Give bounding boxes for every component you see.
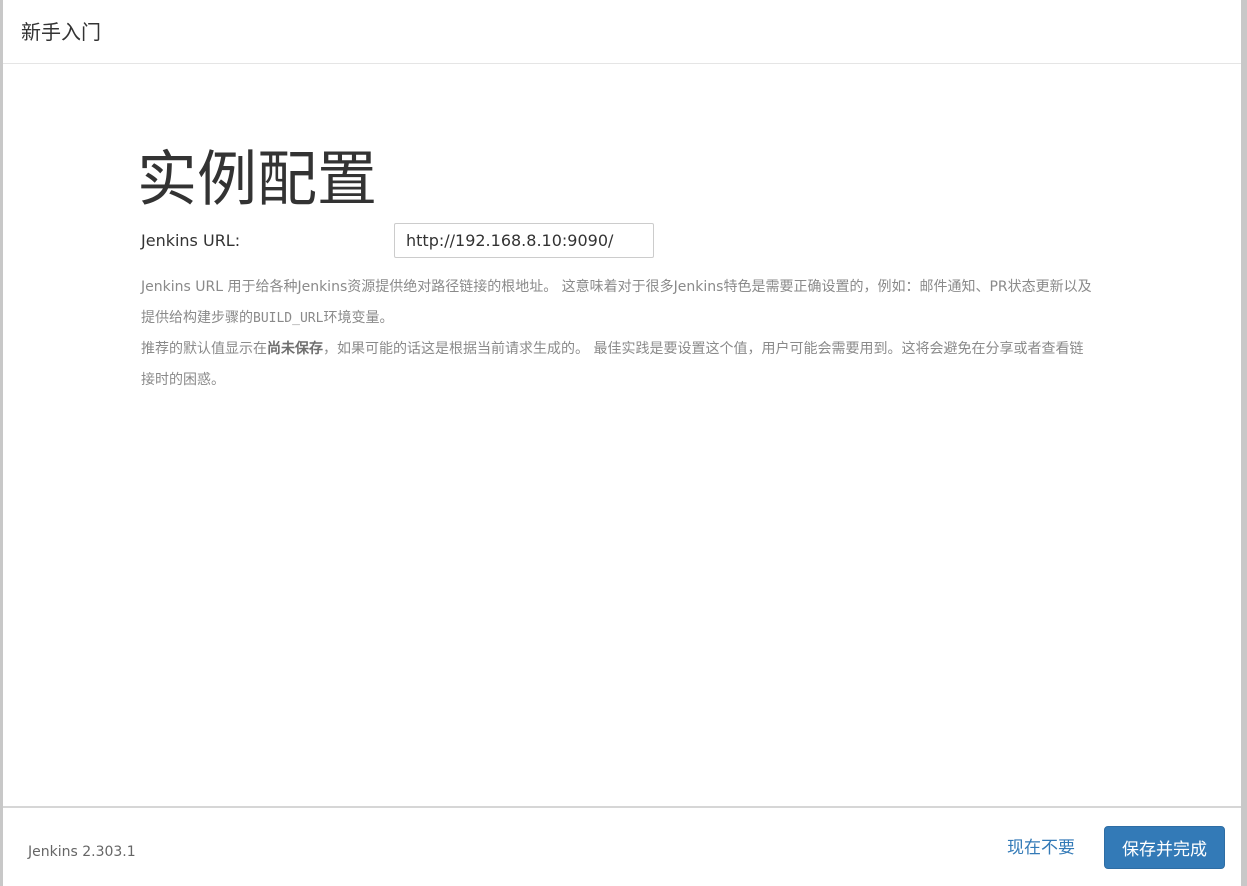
setup-wizard-dialog: 新手入门 实例配置 Jenkins URL: Jenkins URL 用于给各种… [3,0,1241,886]
save-and-finish-button[interactable]: 保存并完成 [1104,826,1225,869]
jenkins-url-help: Jenkins URL 用于给各种Jenkins资源提供绝对路径链接的根地址。 … [141,272,1096,396]
dialog-header: 新手入门 [3,0,1241,64]
page-heading: 实例配置 [137,145,377,215]
jenkins-version: Jenkins 2.303.1 [28,844,136,860]
help-paragraph-1: Jenkins URL 用于给各种Jenkins资源提供绝对路径链接的根地址。 … [141,272,1096,334]
help-text: 环境变量。 [323,310,394,326]
dialog-body: 实例配置 Jenkins URL: Jenkins URL 用于给各种Jenki… [3,64,1241,806]
unsaved-emphasis: 尚未保存 [267,341,323,357]
jenkins-url-label: Jenkins URL: [141,231,241,250]
help-text: 推荐的默认值显示在 [141,341,267,357]
build-url-code: BUILD_URL [253,311,324,326]
skip-for-now-link[interactable]: 现在不要 [1007,836,1075,860]
window-frame: 新手入门 实例配置 Jenkins URL: Jenkins URL 用于给各种… [0,0,1247,886]
help-paragraph-2: 推荐的默认值显示在尚未保存，如果可能的话这是根据当前请求生成的。 最佳实践是要设… [141,334,1096,396]
dialog-footer: Jenkins 2.303.1 现在不要 保存并完成 [3,806,1241,886]
dialog-title: 新手入门 [21,20,101,44]
jenkins-url-input[interactable] [394,223,654,258]
